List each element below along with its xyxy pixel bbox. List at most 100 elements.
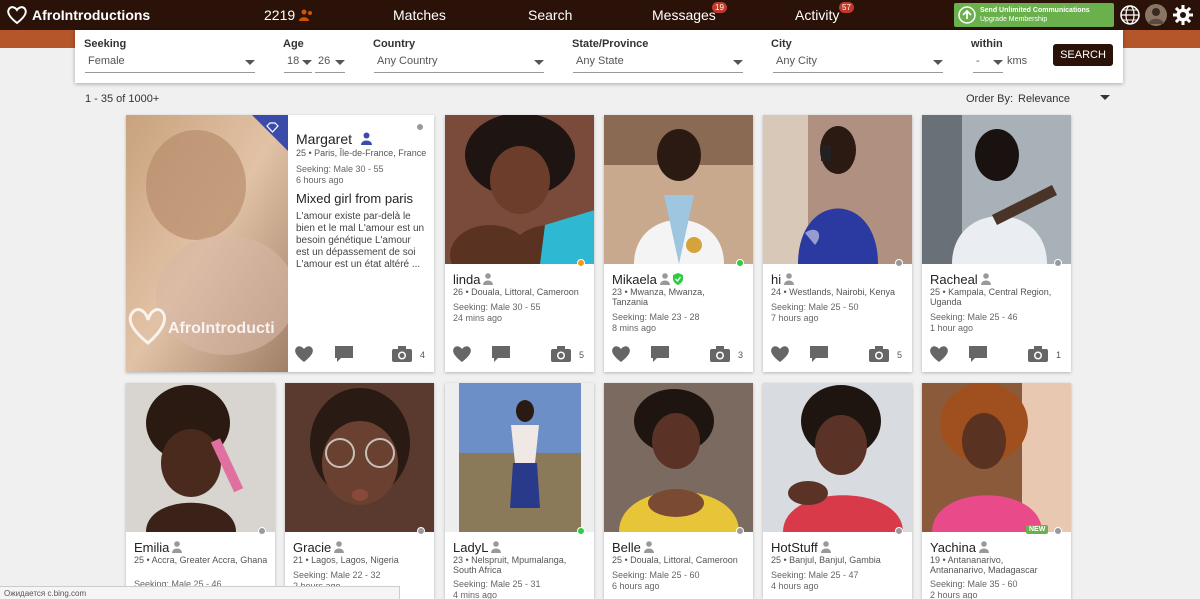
camera-icon[interactable] [710, 346, 730, 362]
profile-meta: 25 • Douala, Littoral, Cameroon [612, 555, 738, 565]
offline-status-dot [417, 527, 425, 535]
profile-photo[interactable] [285, 383, 434, 532]
chevron-down-icon [302, 60, 312, 65]
profile-last-active: 6 hours ago [296, 175, 344, 185]
heart-icon[interactable] [294, 345, 314, 363]
logo[interactable]: AfroIntroductions [6, 5, 150, 25]
profile-photo[interactable] [445, 115, 594, 264]
offline-status-dot [258, 527, 266, 535]
person-icon [980, 273, 991, 285]
gear-icon[interactable] [1172, 4, 1194, 26]
age-max-select[interactable]: 26 [315, 52, 345, 73]
profile-photo[interactable] [445, 383, 594, 532]
profile-name[interactable]: hi [771, 272, 795, 287]
heart-icon[interactable] [929, 345, 949, 363]
profile-headline: Mixed girl from paris [296, 191, 414, 206]
profile-photo[interactable] [763, 115, 912, 264]
nav-messages-label: Messages [652, 7, 716, 23]
search-filters-panel: Seeking Female Age 18 26 Country Any Cou… [75, 30, 1123, 83]
user-avatar[interactable] [1145, 4, 1167, 26]
profile-card[interactable]: Emilia 25 • Accra, Greater Accra, Ghana … [126, 383, 275, 599]
nav-matches[interactable]: Matches [393, 7, 446, 23]
globe-icon[interactable] [1119, 4, 1141, 26]
profile-meta: 25 • Kampala, Central Region, Uganda [930, 287, 1052, 307]
profile-seeking: Seeking: Male 25 - 47 [771, 570, 859, 580]
offline-status-dot [895, 259, 903, 267]
state-value: Any State [576, 55, 624, 67]
state-select[interactable]: Any State [573, 52, 743, 73]
chevron-down-icon[interactable] [1100, 95, 1110, 100]
message-icon[interactable] [968, 345, 988, 363]
nav-search-label: Search [528, 7, 573, 23]
message-icon[interactable] [650, 345, 670, 363]
profile-meta: 19 • Antananarivo, Antananarivo, Madagas… [930, 555, 1038, 575]
profile-name[interactable]: Belle [612, 540, 654, 555]
nav-interest-count[interactable]: 2219 [264, 7, 313, 23]
profile-name[interactable]: Racheal [930, 272, 991, 287]
profile-meta: 25 • Banjul, Banjul, Gambia [771, 555, 881, 565]
profile-photo[interactable] [922, 383, 1071, 532]
city-select[interactable]: Any City [773, 52, 943, 73]
seeking-value: Female [88, 55, 125, 67]
offline-status-dot [416, 123, 424, 131]
camera-icon[interactable] [1028, 346, 1048, 362]
heart-icon[interactable] [611, 345, 631, 363]
camera-icon[interactable] [869, 346, 889, 362]
profile-name[interactable]: LadyL [453, 540, 502, 555]
profile-photo[interactable] [126, 383, 275, 532]
message-icon[interactable] [809, 345, 829, 363]
heart-icon[interactable] [452, 345, 472, 363]
profile-card[interactable]: NEW Yachina 19 • Antananarivo, Antananar… [922, 383, 1071, 599]
profile-card[interactable]: hi 24 • Westlands, Nairobi, Kenya Seekin… [763, 115, 912, 372]
profile-seeking: Seeking: Male 35 - 60 [930, 579, 1018, 589]
profile-card[interactable]: HotStuff 25 • Banjul, Banjul, Gambia See… [763, 383, 912, 599]
profile-photo[interactable] [604, 115, 753, 264]
profile-seeking: Seeking: Male 30 - 55 [296, 164, 384, 174]
chevron-down-icon [733, 60, 743, 65]
nav-messages[interactable]: Messages 19 [652, 2, 727, 23]
profile-card[interactable]: Racheal 25 • Kampala, Central Region, Ug… [922, 115, 1071, 372]
message-icon[interactable] [334, 345, 354, 363]
search-button[interactable]: SEARCH [1053, 44, 1113, 66]
profile-name[interactable]: Emilia [134, 540, 183, 555]
profile-name[interactable]: Gracie [293, 540, 345, 555]
profile-photo[interactable] [763, 383, 912, 532]
nav-activity[interactable]: Activity 57 [795, 2, 854, 23]
profile-card[interactable]: Mikaela 23 • Mwanza, Mwanza, Tanzania Se… [604, 115, 753, 372]
browser-status-bar: Ожидается c.bing.com [0, 586, 400, 599]
heart-icon[interactable] [770, 345, 790, 363]
profile-name[interactable]: HotStuff [771, 540, 831, 555]
people-icon [299, 9, 313, 21]
country-select[interactable]: Any Country [374, 52, 544, 73]
camera-icon[interactable] [551, 346, 571, 362]
photo-count: 4 [420, 350, 426, 360]
profile-photo[interactable] [922, 115, 1071, 264]
country-value: Any Country [377, 55, 438, 67]
nav-activity-label: Activity [795, 7, 840, 23]
profile-name[interactable]: Margaret [296, 131, 352, 147]
within-select[interactable]: - [973, 52, 1003, 73]
profile-card[interactable]: LadyL 23 • Nelspruit, Mpumalanga, South … [445, 383, 594, 599]
profile-seeking: Seeking: Male 25 - 60 [612, 570, 700, 580]
featured-profile-card[interactable]: AfroIntroducti Margaret 25 • Paris, Île-… [126, 115, 434, 372]
profile-seeking: Seeking: Male 22 - 32 [293, 570, 381, 580]
message-icon[interactable] [491, 345, 511, 363]
profile-card[interactable]: linda 26 • Douala, Littoral, Cameroon Se… [445, 115, 594, 372]
age-min-select[interactable]: 18 [284, 52, 312, 73]
profile-card[interactable]: Gracie 21 • Lagos, Lagos, Nigeria Seekin… [285, 383, 434, 599]
profile-card[interactable]: Belle 25 • Douala, Littoral, Cameroon Se… [604, 383, 753, 599]
profile-name[interactable]: Yachina [930, 540, 990, 555]
card-actions: 4 [126, 345, 434, 365]
camera-icon[interactable] [392, 346, 412, 362]
profile-photo[interactable] [604, 383, 753, 532]
person-verified-icon [361, 132, 372, 145]
profile-name[interactable]: Mikaela [612, 272, 683, 287]
profile-meta: 25 • Paris, Île-de-France, France [296, 148, 427, 158]
nav-matches-label: Matches [393, 7, 446, 23]
order-by-select[interactable]: Relevance [1018, 93, 1070, 105]
activity-badge: 57 [839, 2, 854, 13]
seeking-select[interactable]: Female [85, 52, 255, 73]
nav-search[interactable]: Search [528, 7, 572, 23]
profile-name[interactable]: linda [453, 272, 494, 287]
upgrade-membership-button[interactable]: Send Unlimited Communications Upgrade Me… [954, 3, 1114, 27]
